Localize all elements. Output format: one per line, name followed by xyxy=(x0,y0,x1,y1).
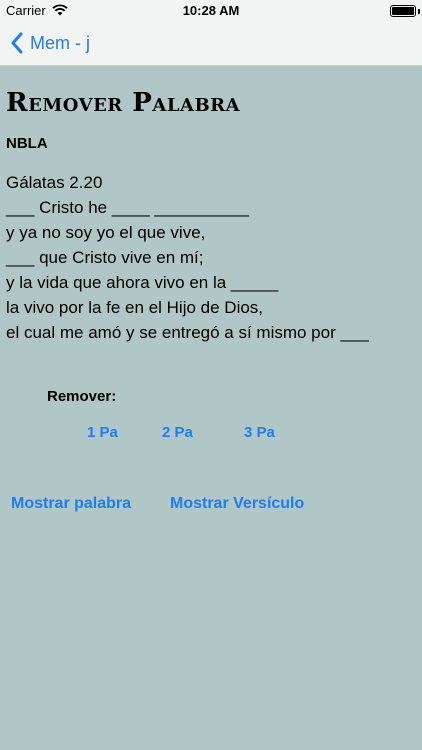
remove-label: Remover: xyxy=(47,388,117,405)
page-title: Remover Palabra xyxy=(6,88,241,118)
show-verse-button[interactable]: Mostrar Versículo xyxy=(170,495,304,513)
battery-level xyxy=(392,7,414,15)
status-time: 10:28 AM xyxy=(182,3,240,18)
remove-1-word-button[interactable]: 1 Pa xyxy=(87,424,118,441)
back-button-label: Mem - j xyxy=(30,32,90,53)
verse-line: y la vida que ahora vivo en la _____ xyxy=(6,273,279,292)
navigation-bar: Mem - j xyxy=(0,22,422,66)
verse-line: ___ Cristo he ____ __________ xyxy=(6,198,249,217)
remove-2-words-button[interactable]: 2 Pa xyxy=(162,424,193,441)
verse-line: y ya no soy yo el que vive, xyxy=(6,223,206,242)
back-button[interactable]: Mem - j xyxy=(10,32,90,54)
show-word-button[interactable]: Mostrar palabra xyxy=(11,495,131,513)
remove-3-words-button[interactable]: 3 Pa xyxy=(244,424,275,441)
chevron-left-icon xyxy=(11,32,23,54)
verse-reference: Gálatas 2.20 xyxy=(6,173,103,192)
battery-tip xyxy=(418,9,420,14)
verse-line: el cual me amó y se entregó a sí mismo p… xyxy=(6,323,369,342)
status-bar: Carrier 10:28 AM xyxy=(0,0,422,22)
verse-line: ___ que Cristo vive en mí; xyxy=(6,248,204,267)
verse-block: Gálatas 2.20 ___ Cristo he ____ ________… xyxy=(6,170,369,345)
verse-line: la vivo por la fe en el Hijo de Dios, xyxy=(6,298,264,317)
bible-version: NBLA xyxy=(6,135,48,152)
battery-icon xyxy=(390,5,416,17)
